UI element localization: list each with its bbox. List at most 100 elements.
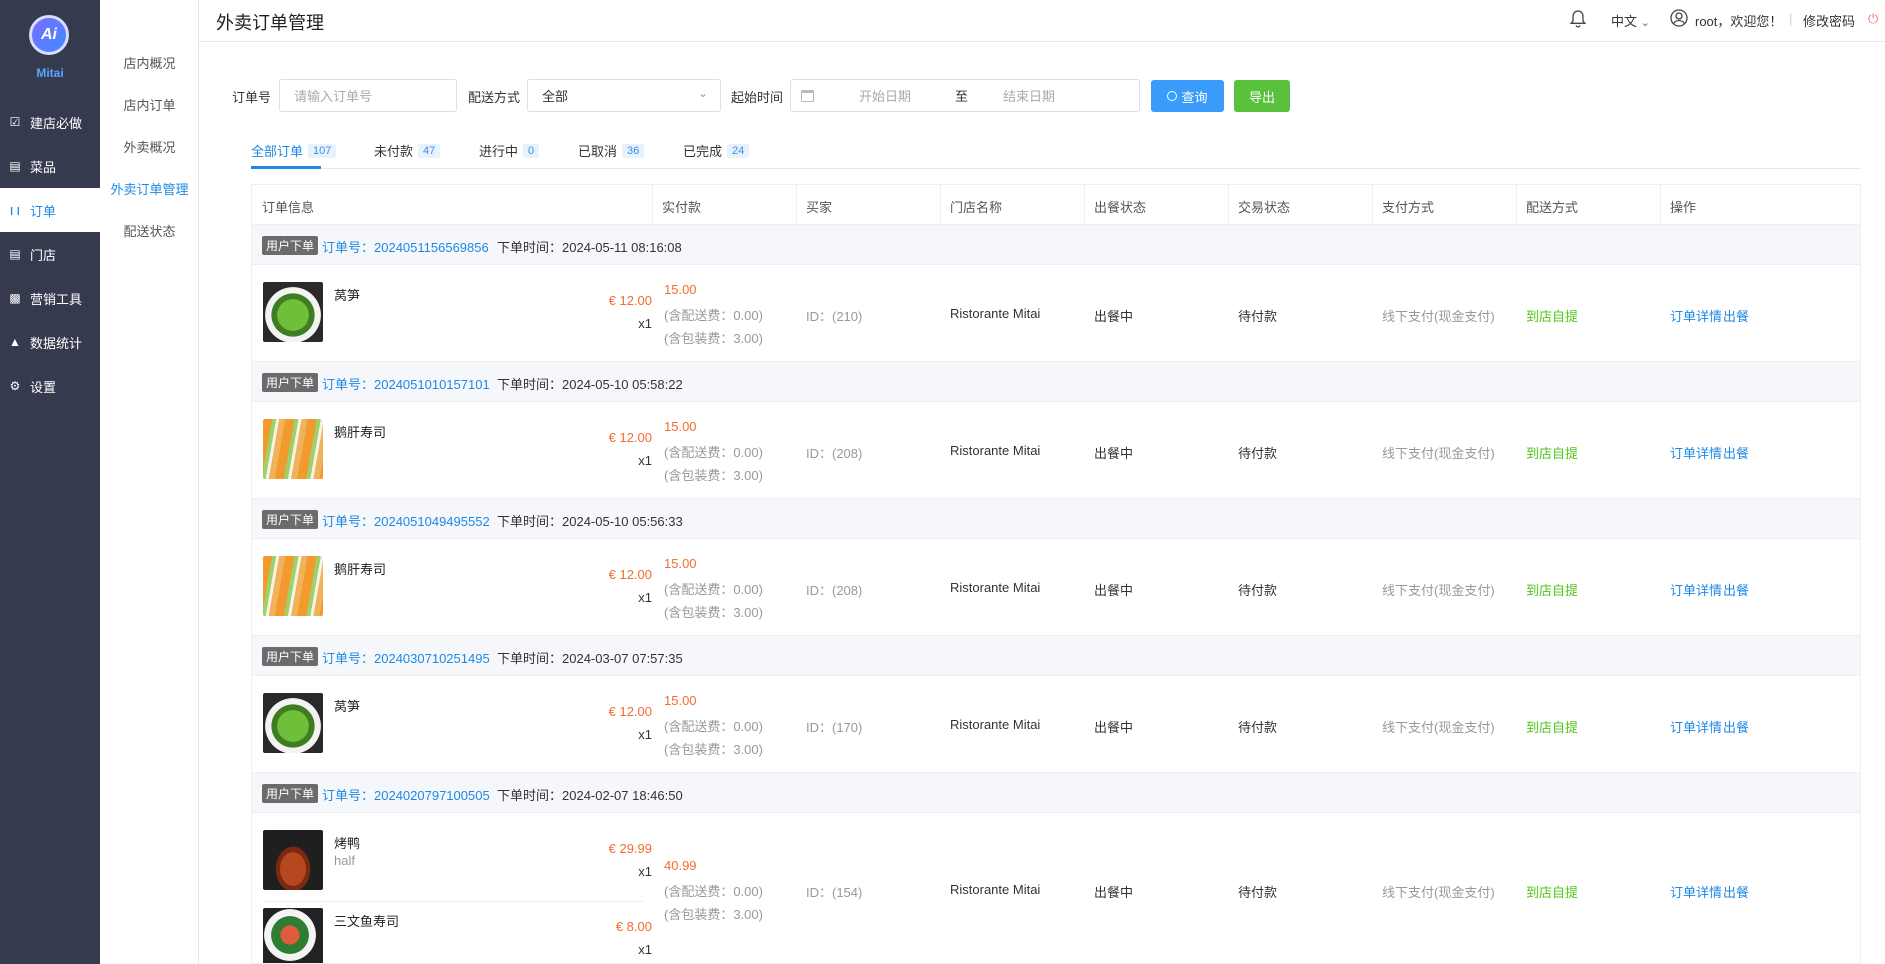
product-price: € 12.00 xyxy=(608,430,652,445)
order-source-badge: 用户下单 xyxy=(262,236,319,255)
payment-method: 线下支付(现金支付) xyxy=(1382,885,1495,900)
sidebar-item-4[interactable]: ▩ 营销工具 xyxy=(0,276,100,320)
order-number-link[interactable]: 订单号：2024020797100505 xyxy=(322,785,490,804)
serve-button[interactable]: 出餐 xyxy=(1723,306,1749,325)
order-detail-link[interactable]: 订单详情 xyxy=(1670,580,1722,599)
order-detail-link[interactable]: 订单详情 xyxy=(1670,306,1722,325)
order-number-link[interactable]: 订单号：2024051156569856 xyxy=(322,237,489,256)
tab-count-badge: 36 xyxy=(622,143,645,158)
product-quantity: x1 xyxy=(638,942,652,957)
tab-4[interactable]: 已完成 24 xyxy=(683,141,750,160)
search-icon xyxy=(1167,91,1178,101)
delivery-method: 到店自提 xyxy=(1526,720,1579,735)
order-number-link[interactable]: 订单号：2024051010157101 xyxy=(322,374,490,393)
order-no-input[interactable]: 请输入订单号 xyxy=(279,79,457,112)
packing-fee: (含包装费：3.00) xyxy=(664,907,763,922)
kitchen-status: 出餐中 xyxy=(1094,446,1134,461)
product-price: € 12.00 xyxy=(608,567,652,582)
chevron-down-icon: ⌄ xyxy=(697,86,708,100)
delivery-method: 到店自提 xyxy=(1526,583,1579,598)
trade-status: 待付款 xyxy=(1238,885,1278,900)
start-date-input[interactable]: 开始日期 xyxy=(859,86,911,105)
table-row: 烤鸭 half € 29.99 x1 三文鱼寿司 € 8.00 x1 40.99 (含配送费：0… xyxy=(252,813,1860,963)
end-date-input[interactable]: 结束日期 xyxy=(1003,86,1055,105)
page-title: 外卖订单管理 xyxy=(216,13,324,33)
serve-button[interactable]: 出餐 xyxy=(1723,580,1749,599)
orders-table: 订单信息 实付款 买家 门店名称 出餐状态 交易状态 支付方式 配送方式 操作 用户下单 订单号：… xyxy=(251,184,1861,964)
serve-button[interactable]: 出餐 xyxy=(1723,443,1749,462)
date-range-picker[interactable]: 开始日期 至 结束日期 xyxy=(790,79,1140,112)
product-price: € 8.00 xyxy=(615,919,652,934)
tab-1[interactable]: 未付款 47 xyxy=(374,141,441,160)
divider: | xyxy=(1789,11,1793,26)
buyer-id: ID：(208) xyxy=(806,583,863,598)
sidebar-item-0[interactable]: ☑ 建店必做 xyxy=(0,100,100,144)
order-detail-link[interactable]: 订单详情 xyxy=(1670,717,1722,736)
order-time: 下单时间：2024-02-07 18:46:50 xyxy=(497,788,683,803)
serve-button[interactable]: 出餐 xyxy=(1723,717,1749,736)
user-greeting[interactable]: root，欢迎您！ xyxy=(1695,11,1782,30)
payment-method: 线下支付(现金支付) xyxy=(1382,446,1495,461)
sidebar-item-3[interactable]: ▤ 门店 xyxy=(0,232,100,276)
packing-fee: (含包装费：3.00) xyxy=(664,742,763,757)
column-header-8: 操作 xyxy=(1670,200,1697,215)
brand-logo-icon[interactable]: Ai xyxy=(29,15,69,55)
delivery-select[interactable]: 全部 ⌄ xyxy=(527,79,721,112)
store-name: Ristorante Mitai xyxy=(950,717,1041,732)
chart-icon: ▲ xyxy=(9,335,21,349)
order-source-badge: 用户下单 xyxy=(262,784,319,803)
user-icon[interactable] xyxy=(1670,9,1688,30)
order-no-label: 订单号 xyxy=(232,90,272,105)
submenu-item-2[interactable]: 外卖概况 xyxy=(100,137,199,156)
tab-3[interactable]: 已取消 36 xyxy=(578,141,645,160)
sidebar-item-label: 门店 xyxy=(30,247,57,263)
search-button[interactable]: 查询 xyxy=(1151,80,1224,112)
order-detail-link[interactable]: 订单详情 xyxy=(1670,443,1722,462)
language-select[interactable]: 中文 ⌄ xyxy=(1611,11,1650,30)
bell-icon[interactable] xyxy=(1569,10,1587,31)
product-name: 莴笋 xyxy=(334,288,361,303)
serve-button[interactable]: 出餐 xyxy=(1723,882,1749,901)
sidebar-item-5[interactable]: ▲ 数据统计 xyxy=(0,320,100,364)
sidebar-item-2[interactable]: ❙❙ 订单 xyxy=(0,188,100,232)
product-quantity: x1 xyxy=(638,590,652,605)
delivery-fee: (含配送费：0.00) xyxy=(664,308,763,323)
tab-0[interactable]: 全部订单 107 xyxy=(251,141,337,160)
order-time: 下单时间：2024-05-10 05:56:33 xyxy=(497,514,683,529)
sidebar-item-6[interactable]: ⚙ 设置 xyxy=(0,364,100,408)
submenu-item-4[interactable]: 配送状态 xyxy=(100,221,199,240)
calendar-icon xyxy=(801,89,814,102)
tab-label: 已完成 xyxy=(683,144,723,159)
tab-count-badge: 47 xyxy=(418,143,441,158)
trade-status: 待付款 xyxy=(1238,583,1278,598)
product-price: € 29.99 xyxy=(608,841,652,856)
order-number-link[interactable]: 订单号：2024051049495552 xyxy=(322,511,490,530)
sidebar-item-1[interactable]: ▤ 菜品 xyxy=(0,144,100,188)
table-row: 鹅肝寿司 € 12.00 x1 15.00 (含配送费：0.00) (含包装费：3.00)… xyxy=(252,539,1860,636)
trade-status: 待付款 xyxy=(1238,446,1278,461)
product-quantity: x1 xyxy=(638,316,652,331)
power-icon[interactable]: ⏻ xyxy=(1868,11,1878,27)
trade-status: 待付款 xyxy=(1238,720,1278,735)
tab-label: 进行中 xyxy=(479,144,519,159)
tab-2[interactable]: 进行中 0 xyxy=(479,141,540,160)
column-header-4: 出餐状态 xyxy=(1094,200,1147,215)
order-detail-link[interactable]: 订单详情 xyxy=(1670,882,1722,901)
change-password-link[interactable]: 修改密码 xyxy=(1803,11,1855,30)
payment-method: 线下支付(现金支付) xyxy=(1382,583,1495,598)
export-button[interactable]: 导出 xyxy=(1234,80,1290,112)
submenu-item-1[interactable]: 店内订单 xyxy=(100,95,199,114)
product-price: € 12.00 xyxy=(608,293,652,308)
tab-label: 全部订单 xyxy=(251,144,304,159)
sidebar-item-label: 设置 xyxy=(30,379,57,395)
column-header-1: 实付款 xyxy=(662,200,702,215)
order-number-link[interactable]: 订单号：2024030710251495 xyxy=(322,648,490,667)
order-time: 下单时间：2024-03-07 07:57:35 xyxy=(497,651,683,666)
product-name: 三文鱼寿司 xyxy=(334,914,400,929)
order-source-badge: 用户下单 xyxy=(262,510,319,529)
delivery-method: 到店自提 xyxy=(1526,885,1579,900)
order-source-badge: 用户下单 xyxy=(262,647,319,666)
submenu-item-0[interactable]: 店内概况 xyxy=(100,53,199,72)
table-row: 莴笋 € 12.00 x1 15.00 (含配送费：0.00) (含包装费：3.00) ID… xyxy=(252,676,1860,773)
submenu-item-3[interactable]: 外卖订单管理 xyxy=(100,179,199,198)
